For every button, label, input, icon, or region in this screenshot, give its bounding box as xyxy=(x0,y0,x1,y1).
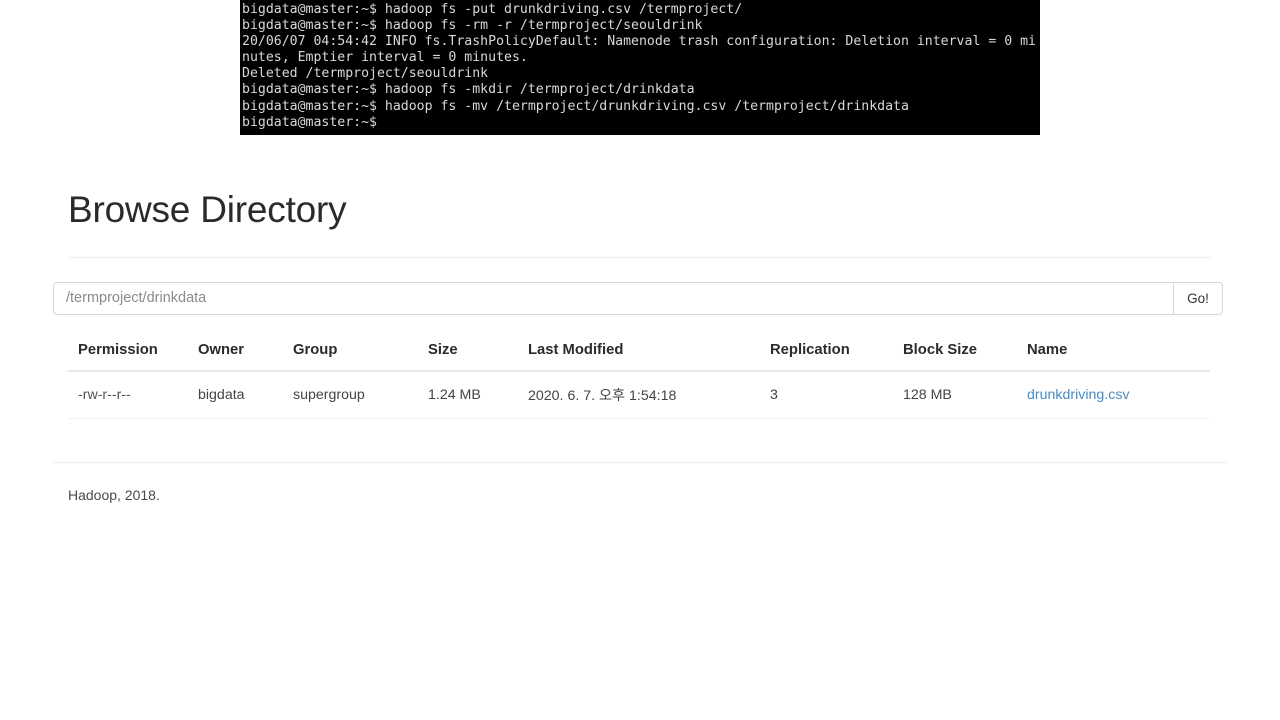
terminal-line: bigdata@master:~$ hadoop fs -rm -r /term… xyxy=(242,18,703,34)
cell-permission: -rw-r--r-- xyxy=(68,370,198,419)
cell-replication: 3 xyxy=(770,370,903,419)
terminal-line: bigdata@master:~$ xyxy=(242,114,377,130)
terminal-window: bigdata@master:~$ hadoop fs -put drunkdr… xyxy=(240,0,1040,135)
page-title: Browse Directory xyxy=(68,189,347,230)
cell-group: supergroup xyxy=(293,370,428,419)
browse-directory-page: bigdata@master:~$ hadoop fs -put drunkdr… xyxy=(0,0,1280,720)
column-header-replication[interactable]: Replication xyxy=(770,341,903,372)
column-header-owner[interactable]: Owner xyxy=(198,341,293,372)
terminal-line: bigdata@master:~$ hadoop fs -put drunkdr… xyxy=(242,2,743,17)
terminal-line: 20/06/07 04:54:42 INFO fs.TrashPolicyDef… xyxy=(242,34,1036,50)
file-link-drunkdriving-csv[interactable]: drunkdriving.csv xyxy=(1027,387,1130,403)
table-row: -rw-r--r-- bigdata supergroup 1.24 MB 20… xyxy=(68,370,1210,419)
column-header-name[interactable]: Name xyxy=(1027,341,1210,372)
terminal-line: Deleted /termproject/seouldrink xyxy=(242,66,489,82)
cell-block-size: 128 MB xyxy=(903,370,1027,419)
path-search-bar: Go! xyxy=(53,281,1223,315)
cell-owner: bigdata xyxy=(198,370,293,419)
table-header-row: Permission Owner Group Size Last Modifie… xyxy=(68,341,1210,372)
cell-last-modified: 2020. 6. 7. 오후 1:54:18 xyxy=(528,370,770,419)
column-header-block-size[interactable]: Block Size xyxy=(903,341,1027,372)
footer-divider xyxy=(52,462,1228,463)
cell-size: 1.24 MB xyxy=(428,370,528,419)
terminal-line: bigdata@master:~$ hadoop fs -mkdir /term… xyxy=(242,82,695,98)
table-body: -rw-r--r-- bigdata supergroup 1.24 MB 20… xyxy=(68,370,1210,419)
footer-text: Hadoop, 2018. xyxy=(68,487,160,503)
column-header-group[interactable]: Group xyxy=(293,341,428,372)
path-input[interactable] xyxy=(53,281,1174,315)
file-listing-table: Permission Owner Group Size Last Modifie… xyxy=(68,341,1210,419)
content-container: Browse Directory Go! Permission Owner Gr… xyxy=(52,189,1228,419)
column-header-last-modified[interactable]: Last Modified xyxy=(528,341,770,372)
table-header: Permission Owner Group Size Last Modifie… xyxy=(68,341,1210,372)
column-header-permission[interactable]: Permission xyxy=(68,341,198,372)
column-header-size[interactable]: Size xyxy=(428,341,528,372)
cell-name: drunkdriving.csv xyxy=(1027,370,1210,419)
terminal-output: bigdata@master:~$ hadoop fs -put drunkdr… xyxy=(240,0,1040,131)
terminal-line: bigdata@master:~$ hadoop fs -mv /termpro… xyxy=(242,98,909,114)
title-divider xyxy=(68,256,1212,258)
terminal-line: nutes, Emptier interval = 0 minutes. xyxy=(242,50,528,66)
go-button[interactable]: Go! xyxy=(1174,281,1223,315)
